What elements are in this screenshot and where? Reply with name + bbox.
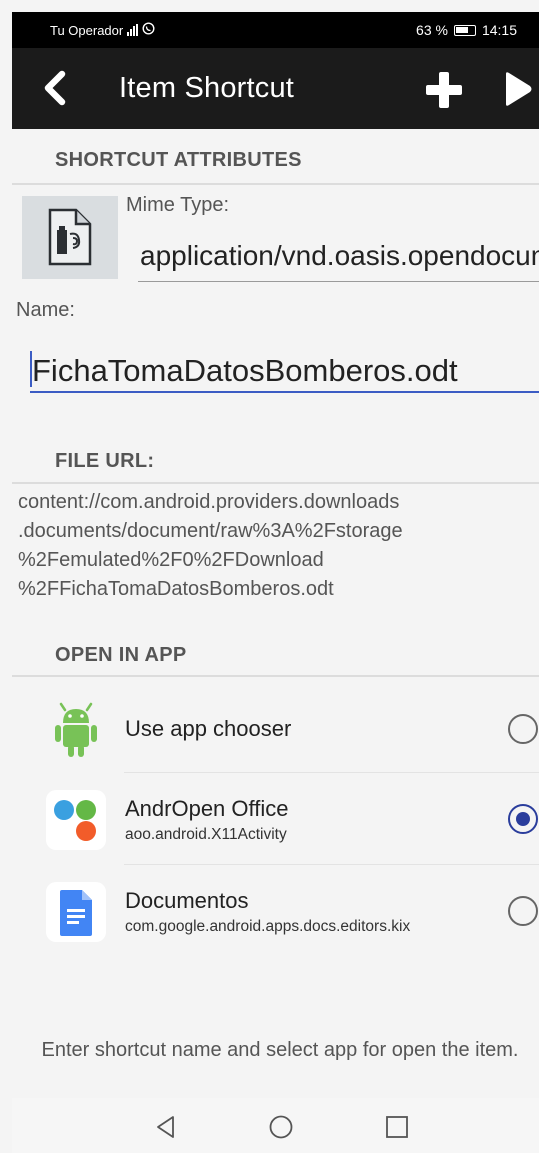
section-open-in-app: OPEN IN APP	[55, 644, 187, 666]
chevron-left-icon[interactable]	[38, 70, 74, 106]
file-url-line: content://com.android.providers.download…	[18, 491, 400, 513]
battery-icon	[453, 24, 476, 36]
app-name: AndrOpen Office	[125, 796, 289, 821]
google-docs-icon	[46, 882, 106, 942]
carrier-name: Tu Operador	[50, 22, 124, 38]
row-divider	[124, 772, 539, 773]
whatsapp-notification-icon	[142, 22, 155, 38]
mime-type-label: Mime Type:	[126, 194, 229, 216]
mime-type-value: application/vnd.oasis.opendocument.text	[140, 240, 539, 271]
signal-icon	[127, 24, 139, 36]
status-right: 63 % 14:15	[416, 22, 517, 38]
file-url-line: .documents/document/raw%3A%2Fstorage	[18, 520, 403, 542]
name-field-underline	[30, 391, 539, 393]
navigation-bar	[12, 1098, 539, 1153]
app-bar: Item Shortcut	[12, 48, 539, 129]
name-label: Name:	[16, 299, 75, 321]
divider	[12, 482, 539, 484]
file-url-text: content://com.android.providers.download…	[18, 488, 508, 604]
app-name: Documentos	[125, 888, 249, 913]
app-name: Use app chooser	[125, 716, 292, 741]
file-url-line: %2Femulated%2F0%2FDownload	[18, 549, 324, 571]
hint-text: Enter shortcut name and select app for o…	[41, 1039, 519, 1061]
plus-icon[interactable]	[424, 70, 464, 110]
clock: 14:15	[481, 22, 517, 38]
nav-recents-icon[interactable]	[384, 1114, 410, 1140]
section-file-url: FILE URL:	[55, 450, 155, 472]
file-url-line: %2FFichaTomaDatosBomberos.odt	[18, 578, 334, 600]
mime-type-icon[interactable]	[22, 196, 118, 279]
name-field[interactable]	[30, 350, 539, 392]
nav-home-icon[interactable]	[268, 1114, 294, 1140]
app-row-andropen-office[interactable]: AndrOpen Office aoo.android.X11Activity	[12, 774, 539, 866]
app-package: com.google.android.apps.docs.editors.kix	[125, 918, 411, 935]
section-shortcut-attributes: SHORTCUT ATTRIBUTES	[55, 149, 302, 171]
android-icon	[46, 700, 106, 760]
battery-level: 63 %	[416, 22, 448, 38]
mime-type-underline	[138, 281, 539, 282]
andropen-office-icon	[46, 790, 106, 850]
app-package: aoo.android.X11Activity	[125, 826, 287, 843]
status-left: Tu Operador	[50, 22, 155, 38]
divider	[12, 675, 539, 677]
status-bar: Tu Operador 63 % 14:15	[12, 12, 539, 48]
divider	[12, 183, 539, 185]
text-caret	[30, 351, 32, 387]
nav-back-icon[interactable]	[153, 1114, 179, 1140]
radio-andropen-office[interactable]	[508, 804, 538, 834]
page-title: Item Shortcut	[119, 72, 295, 104]
radio-use-app-chooser[interactable]	[508, 714, 538, 744]
app-row-documentos[interactable]: Documentos com.google.android.apps.docs.…	[12, 866, 539, 958]
row-divider	[124, 864, 539, 865]
app-row-use-app-chooser[interactable]: Use app chooser	[12, 684, 539, 776]
radio-documentos[interactable]	[508, 896, 538, 926]
play-icon[interactable]	[500, 70, 536, 108]
